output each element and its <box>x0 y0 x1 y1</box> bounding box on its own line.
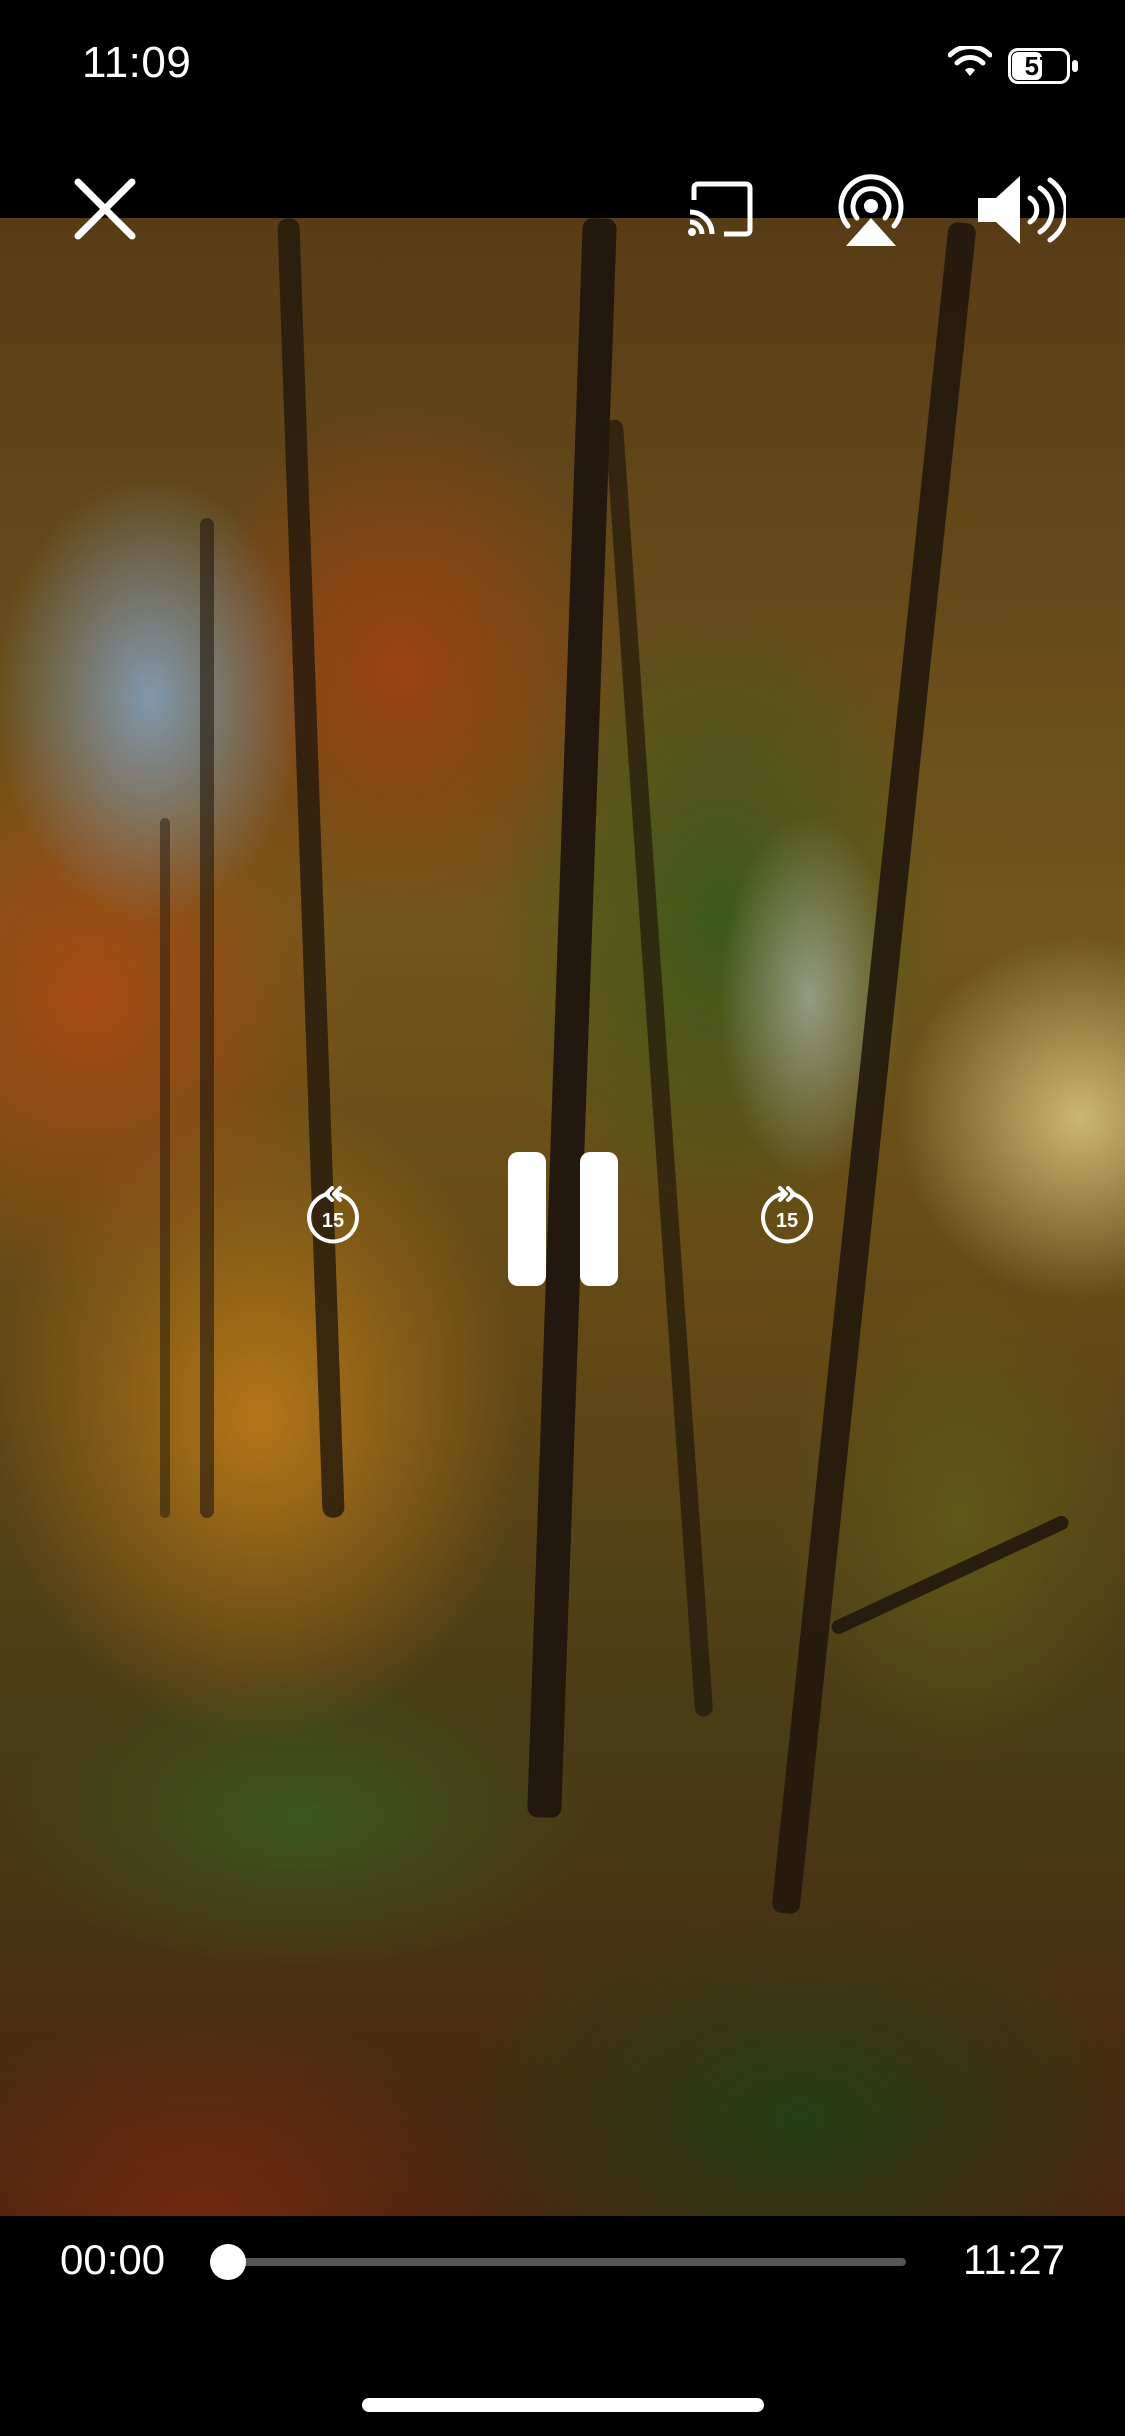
battery-level: 57 <box>1024 51 1054 81</box>
airplay-button[interactable] <box>830 166 912 248</box>
volume-icon <box>978 176 1069 244</box>
close-button[interactable] <box>70 174 140 244</box>
wifi-icon <box>948 46 992 76</box>
volume-button[interactable] <box>974 172 1069 248</box>
rewind-label: 15 <box>322 1210 344 1232</box>
close-icon <box>74 178 136 240</box>
home-indicator[interactable] <box>362 2398 764 2412</box>
total-duration: 11:27 <box>963 2236 1065 2283</box>
forward-icon: 15 <box>761 1186 813 1244</box>
elapsed-time: 00:00 <box>60 2236 166 2283</box>
progress-thumb[interactable] <box>210 2244 246 2280</box>
status-bar: 11:09 57 <box>0 0 1125 140</box>
battery-icon: 57 <box>1008 48 1078 84</box>
progress-track[interactable] <box>228 2258 906 2266</box>
pause-button[interactable] <box>508 1152 618 1286</box>
cast-icon <box>688 181 753 237</box>
forward-15-button[interactable]: 15 <box>760 1186 814 1244</box>
rewind-icon: 15 <box>307 1186 359 1244</box>
cast-button[interactable] <box>684 178 758 240</box>
forward-label: 15 <box>776 1210 798 1232</box>
status-time: 11:09 <box>82 38 192 87</box>
rewind-15-button[interactable]: 15 <box>306 1186 360 1244</box>
airplay-icon <box>838 174 904 246</box>
